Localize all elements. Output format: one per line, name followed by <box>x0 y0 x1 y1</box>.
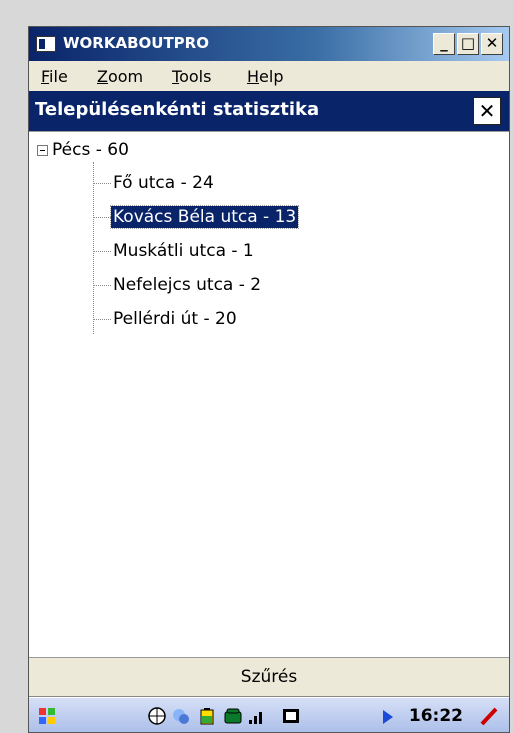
filter-button[interactable]: Szűrés <box>29 657 509 697</box>
clock[interactable]: 16:22 <box>409 706 463 726</box>
signal-icon[interactable] <box>247 706 267 726</box>
tree-item-label: Pellérdi út - 20 <box>113 309 237 329</box>
app-window: WORKABOUTPRO _ □ ✕ File Zoom Tools Help … <box>28 26 510 733</box>
sync-icon[interactable] <box>171 706 191 726</box>
pen-icon[interactable] <box>479 706 499 726</box>
tree-item[interactable]: Muskátli utca - 1 <box>93 238 256 264</box>
tree-item[interactable]: Pellérdi út - 20 <box>93 306 239 332</box>
keyboard-icon[interactable] <box>281 706 301 726</box>
window-close-button[interactable]: ✕ <box>481 33 503 55</box>
dialog-header: Településenkénti statisztika ✕ <box>29 91 509 131</box>
tree-item-label: Kovács Béla utca - 13 <box>109 205 300 229</box>
tree-root-label: Pécs - 60 <box>52 140 129 160</box>
battery-icon[interactable] <box>197 706 217 726</box>
tree-item-label: Muskátli utca - 1 <box>113 241 254 261</box>
tree-item[interactable]: Fő utca - 24 <box>93 170 216 196</box>
tree-root-node[interactable]: Pécs - 60 <box>37 140 129 160</box>
menu-zoom[interactable]: Zoom <box>97 67 143 86</box>
taskbar: 16:22 <box>29 697 509 732</box>
tree-item[interactable]: Nefelejcs utca - 2 <box>93 272 263 298</box>
statistics-tree: Pécs - 60 Fő utca - 24 Kovács Béla utca … <box>29 131 509 658</box>
menu-bar: File Zoom Tools Help <box>29 61 509 91</box>
maximize-button[interactable]: □ <box>457 33 479 55</box>
dialog-close-button[interactable]: ✕ <box>473 97 501 125</box>
tree-item-label: Nefelejcs utca - 2 <box>113 275 262 295</box>
window-title-bar: WORKABOUTPRO _ □ ✕ <box>29 27 509 61</box>
tree-item-label: Fő utca - 24 <box>113 173 214 193</box>
menu-file[interactable]: File <box>41 67 68 86</box>
minimize-button[interactable]: _ <box>433 33 455 55</box>
expand-tray-icon[interactable] <box>383 710 393 724</box>
collapse-icon[interactable] <box>37 144 48 156</box>
network-globe-icon[interactable] <box>147 706 167 726</box>
tree-item-selected[interactable]: Kovács Béla utca - 13 <box>93 204 300 230</box>
menu-tools[interactable]: Tools <box>172 67 211 86</box>
app-icon <box>36 36 56 52</box>
dialog-title: Településenkénti statisztika <box>35 99 320 120</box>
windows-start-icon[interactable] <box>37 706 57 726</box>
window-title: WORKABOUTPRO <box>63 34 209 52</box>
phone-icon[interactable] <box>223 706 243 726</box>
menu-help[interactable]: Help <box>247 67 283 86</box>
